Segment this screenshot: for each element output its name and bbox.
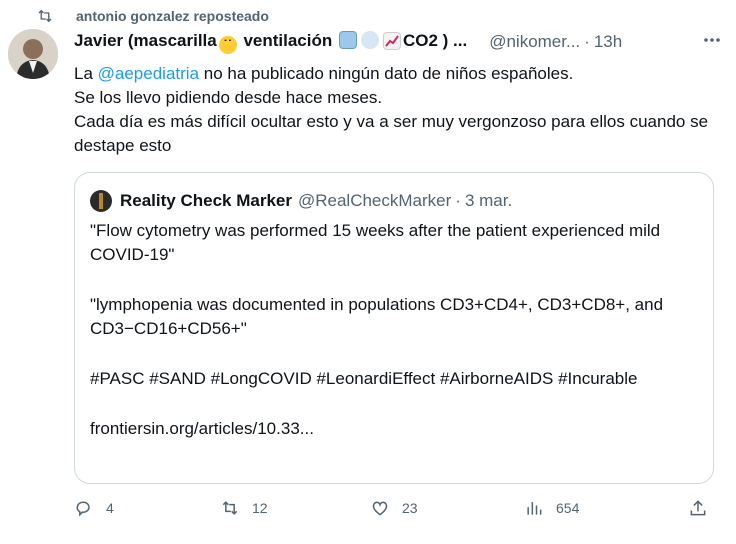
tweet-text-line: Cada día es más difícil ocultar esto y v… xyxy=(74,112,709,155)
quoted-avatar xyxy=(90,190,112,212)
repost-count: 12 xyxy=(252,500,268,516)
repost-button[interactable]: 12 xyxy=(220,498,268,518)
author-name-part: CO2 ) ... xyxy=(402,30,468,50)
tweet-text-line: Se los llevo pidiendo desde hace meses. xyxy=(74,88,383,107)
analytics-icon xyxy=(527,502,542,515)
quoted-paragraph: "Flow cytometry was performed 15 weeks a… xyxy=(90,221,661,264)
reply-icon xyxy=(76,501,90,517)
quoted-tweet[interactable]: Reality Check Marker @RealCheckMarker · … xyxy=(74,172,714,484)
more-icon xyxy=(704,38,720,42)
tweet-header: Javier (mascarilla ˙˙ ventilación CO2 ) .… xyxy=(74,30,722,54)
repost-context[interactable]: antonio gonzalez reposteado xyxy=(36,6,269,26)
face-with-mask-icon: ˙˙ xyxy=(218,35,237,54)
separator-dot: · xyxy=(455,191,461,210)
quoted-tweet-header: Reality Check Marker @RealCheckMarker · … xyxy=(90,190,512,212)
share-icon xyxy=(690,500,706,516)
share-button[interactable] xyxy=(688,498,708,518)
views-count: 654 xyxy=(556,500,580,516)
mention-link[interactable]: @aepediatria xyxy=(98,64,199,83)
reply-count: 4 xyxy=(106,500,114,516)
wind-icon xyxy=(360,30,379,49)
text-span: no ha publicado ningún dato de niños esp… xyxy=(199,64,574,83)
avatar[interactable] xyxy=(8,29,58,79)
quoted-tweet-text: "Flow cytometry was performed 15 weeks a… xyxy=(90,219,710,441)
chart-increasing-icon xyxy=(382,31,401,50)
author-name[interactable]: Javier (mascarilla ˙˙ ventilación CO2 ) .… xyxy=(74,30,468,54)
reply-button[interactable]: 4 xyxy=(74,498,114,518)
avatar-image xyxy=(8,29,58,79)
repost-icon xyxy=(38,9,52,23)
like-count: 23 xyxy=(402,500,418,516)
text-span: La xyxy=(74,64,98,83)
quoted-date: 3 mar. xyxy=(464,191,513,210)
quoted-paragraph: "lymphopenia was documented in populatio… xyxy=(90,295,664,338)
author-name-part: Javier (mascarilla xyxy=(74,30,217,50)
action-bar: 4 12 23 654 xyxy=(74,498,724,526)
heart-icon xyxy=(372,501,388,516)
quoted-link: frontiersin.org/articles/10.33... xyxy=(90,419,314,438)
author-handle[interactable]: @nikomer... xyxy=(489,32,580,52)
quoted-hashtags: #PASC #SAND #LongCOVID #LeonardiEffect #… xyxy=(90,369,638,388)
tweet-text: La @aepediatria no ha publicado ningún d… xyxy=(74,62,714,158)
repost-icon xyxy=(222,501,238,515)
like-button[interactable]: 23 xyxy=(370,498,418,518)
separator-dot: · xyxy=(584,32,590,51)
quoted-author-handle: @RealCheckMarker xyxy=(297,191,452,210)
timestamp[interactable]: 13h xyxy=(594,32,622,52)
window-icon xyxy=(338,30,357,49)
quoted-author-name: Reality Check Marker xyxy=(120,191,292,210)
tweet-text-line: La @aepediatria no ha publicado ningún d… xyxy=(74,62,714,86)
author-name-part: ventilación xyxy=(238,30,337,50)
repost-label: antonio gonzalez reposteado xyxy=(76,8,269,24)
more-button[interactable] xyxy=(702,30,722,55)
views-button[interactable]: 654 xyxy=(524,498,579,518)
